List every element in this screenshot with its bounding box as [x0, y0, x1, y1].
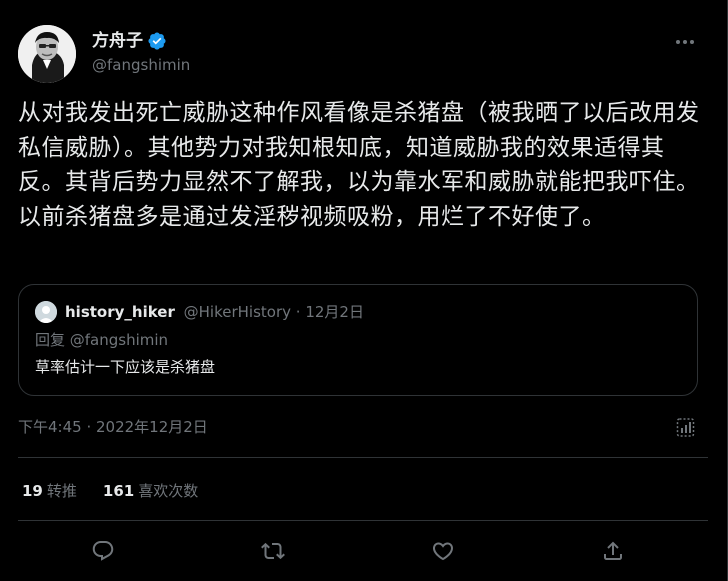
quoted-tweet[interactable]: history_hiker @HikerHistory · 12月2日 回复 @…	[18, 284, 698, 396]
tweet-stats: 19 转推 161 喜欢次数	[22, 481, 198, 501]
retweets-stat[interactable]: 19 转推	[22, 481, 77, 501]
retweets-count: 19	[22, 482, 43, 500]
quoted-author-meta: @HikerHistory · 12月2日	[183, 303, 364, 321]
reply-icon[interactable]	[90, 538, 116, 564]
divider	[18, 520, 708, 521]
likes-count: 161	[102, 482, 135, 500]
divider	[18, 457, 708, 458]
tweet-detail: 方舟子 @fangshimin 从对我发出死亡威胁这种作风看像是杀猪盘（被我晒了…	[0, 0, 728, 581]
quoted-text: 草率估计一下应该是杀猪盘	[35, 358, 216, 376]
default-avatar-icon	[35, 301, 57, 323]
retweets-label: 转推	[46, 482, 77, 500]
author-name[interactable]: 方舟子	[92, 30, 167, 52]
author-handle[interactable]: @fangshimin	[92, 55, 190, 75]
author-name-text: 方舟子	[92, 31, 143, 51]
like-icon[interactable]	[430, 538, 456, 564]
verified-badge-icon	[148, 32, 166, 50]
quoted-author-name[interactable]: history_hiker	[65, 303, 175, 321]
tweet-timestamp[interactable]: 下午4:45 · 2022年12月2日	[18, 417, 208, 437]
avatar[interactable]	[18, 25, 76, 83]
likes-stat[interactable]: 161 喜欢次数	[103, 481, 198, 501]
likes-label: 喜欢次数	[138, 482, 199, 500]
quoted-header: history_hiker @HikerHistory · 12月2日	[65, 302, 364, 322]
more-options-icon[interactable]	[671, 28, 699, 56]
retweet-icon[interactable]	[260, 538, 286, 564]
tweet-text: 从对我发出死亡威胁这种作风看像是杀猪盘（被我晒了以后改用发私信威胁）。其他势力对…	[18, 100, 700, 230]
analytics-icon[interactable]	[676, 416, 696, 438]
quoted-reply-to: 回复 @fangshimin	[35, 331, 169, 349]
share-icon[interactable]	[600, 538, 626, 564]
quoted-avatar[interactable]	[35, 301, 57, 323]
avatar-portrait-icon	[18, 25, 76, 83]
